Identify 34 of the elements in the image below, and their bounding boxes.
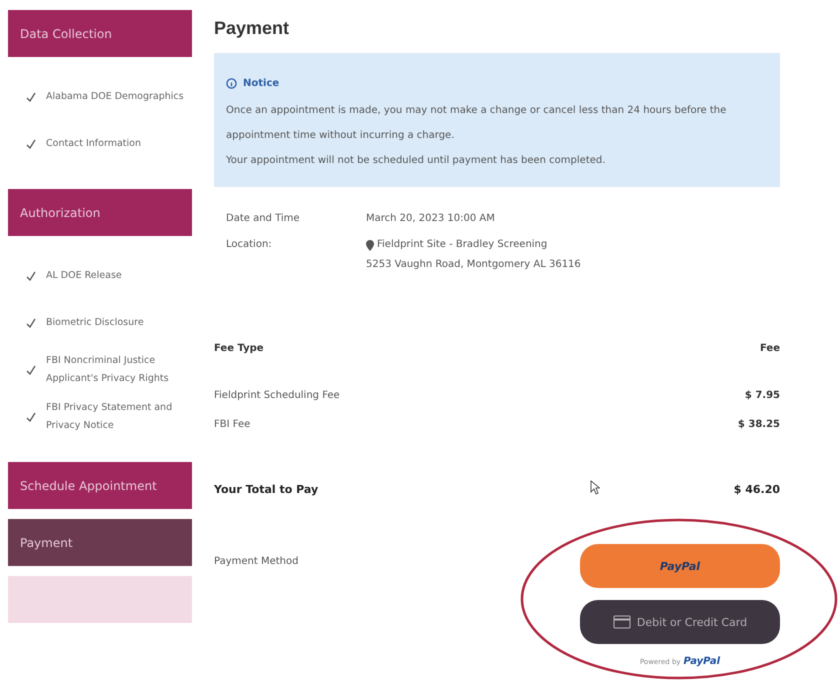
sidebar-item[interactable]: Biometric Disclosure: [46, 314, 144, 332]
card-button[interactable]: Debit or Credit Card: [580, 600, 780, 644]
paypal-button[interactable]: PayPal: [580, 544, 780, 588]
payment-method-label: Payment Method: [214, 555, 298, 569]
sidebar-item[interactable]: FBI Noncriminal Justice Applicant's Privacy Rights: [46, 352, 192, 387]
fee-amount: $ 38.25: [738, 419, 780, 430]
sidebar-item[interactable]: FBI Privacy Statement and Privacy Notice: [46, 399, 192, 434]
info-icon: [226, 78, 237, 89]
notice-text: Once an appointment is made, you may not make a change or cancel less than 24 hours before the appointment time without incurring a charge.: [226, 104, 728, 143]
notice-text: Your appointment will not be scheduled until payment has been completed.: [226, 154, 606, 168]
cursor-icon: [590, 480, 600, 495]
total-amount: $ 46.20: [734, 483, 780, 496]
sidebar-section[interactable]: Authorization: [8, 189, 192, 236]
sidebar-section[interactable]: Schedule Appointment: [8, 462, 192, 509]
detail-label: Date and Time: [226, 212, 301, 226]
sidebar-section[interactable]: Data Collection: [8, 10, 192, 57]
fee-type: Fieldprint Scheduling Fee: [214, 390, 340, 401]
sidebar-item[interactable]: AL DOE Release: [46, 266, 122, 284]
sidebar-item[interactable]: Alabama DOE Demographics: [46, 88, 184, 106]
sidebar-item[interactable]: Contact Information: [46, 134, 141, 152]
card-icon: [613, 616, 630, 628]
fee-type: FBI Fee: [214, 419, 250, 430]
sidebar-section[interactable]: Payment: [8, 519, 192, 566]
fee-amount: $ 7.95: [744, 390, 780, 401]
detail-label: Location:: [226, 238, 273, 252]
detail-value: March 20, 2023 10:00 AM: [366, 212, 496, 226]
page-title: Payment: [214, 18, 290, 39]
column-header: Fee: [760, 342, 780, 354]
notice-title: Notice: [243, 77, 280, 91]
column-header: Fee Type: [214, 342, 264, 354]
detail-value: Fieldprint Site - Bradley Screening: [377, 238, 548, 252]
paypal-logo: PayPal: [684, 656, 720, 667]
total-label: Your Total to Pay: [214, 483, 318, 496]
detail-value: 5253 Vaughn Road, Montgomery AL 36116: [366, 258, 582, 272]
